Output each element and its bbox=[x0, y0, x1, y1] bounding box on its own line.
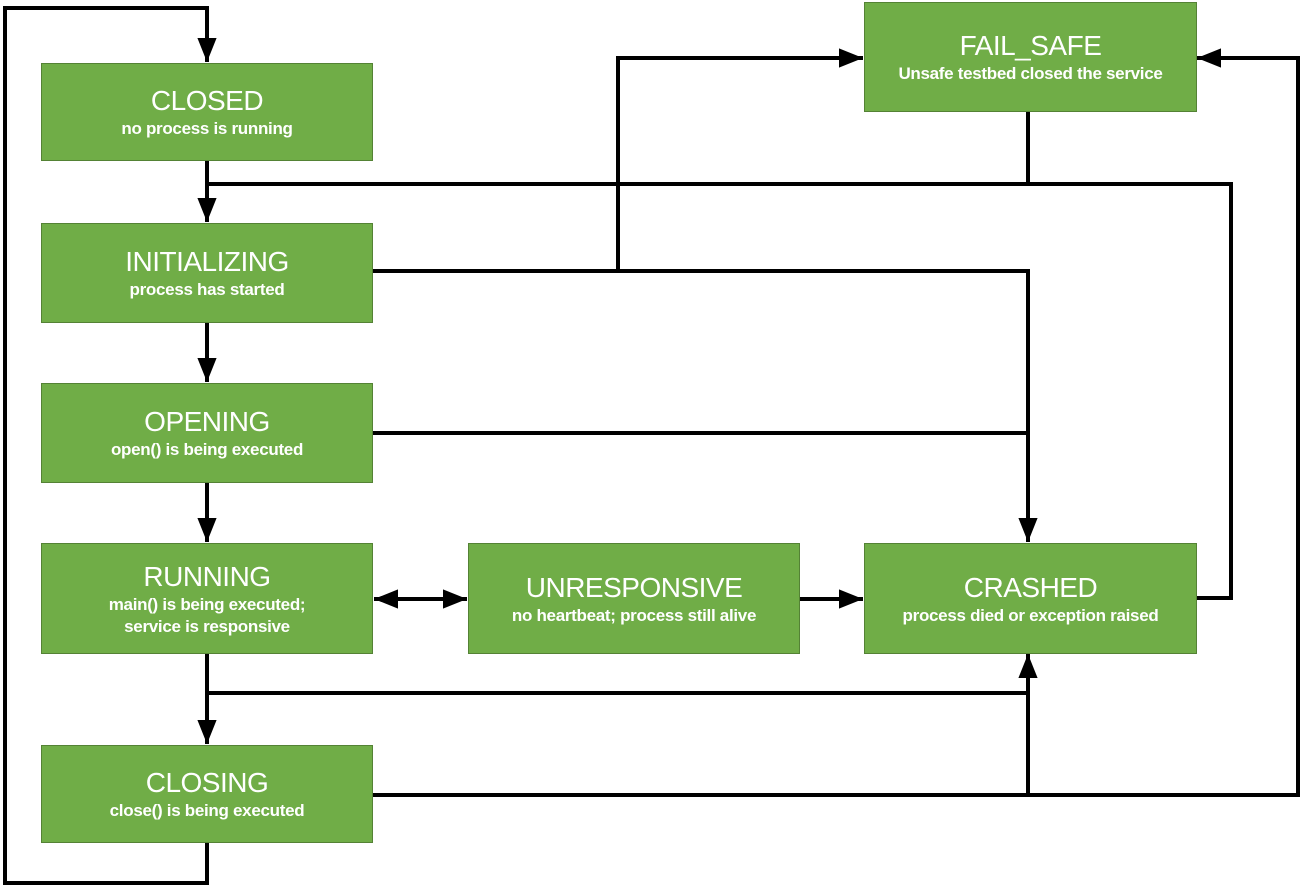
state-running: RUNNING main() is being executed; servic… bbox=[41, 543, 373, 654]
state-description: process died or exception raised bbox=[902, 605, 1159, 625]
state-fail-safe: FAIL_SAFE Unsafe testbed closed the serv… bbox=[864, 2, 1197, 112]
state-description: close() is being executed bbox=[109, 801, 305, 820]
arrow-initializing-to-crashed bbox=[372, 269, 1038, 542]
state-description: service is responsive bbox=[124, 616, 290, 636]
state-closing: CLOSING close() is being executed bbox=[41, 745, 373, 843]
state-description: open() is being executed bbox=[110, 440, 304, 459]
state-title: RUNNING bbox=[143, 560, 271, 592]
state-title: UNRESPONSIVE bbox=[525, 571, 743, 603]
state-title: CLOSED bbox=[150, 85, 264, 116]
arrow-initializing-to-failsafe bbox=[616, 48, 863, 271]
state-unresponsive: UNRESPONSIVE no heartbeat; process still… bbox=[468, 543, 800, 654]
state-description: Unsafe testbed closed the service bbox=[898, 64, 1163, 83]
state-description: process has started bbox=[129, 280, 285, 299]
state-title: CRASHED bbox=[963, 571, 1098, 603]
state-title: FAIL_SAFE bbox=[959, 30, 1102, 61]
state-crashed: CRASHED process died or exception raised bbox=[864, 543, 1197, 654]
arrow-closing-to-failsafe bbox=[372, 48, 1300, 797]
state-initializing: INITIALIZING process has started bbox=[41, 223, 373, 323]
state-opening: OPENING open() is being executed bbox=[41, 383, 373, 483]
state-title: CLOSING bbox=[145, 767, 269, 798]
state-title: INITIALIZING bbox=[125, 246, 289, 277]
state-description: main() is being executed; bbox=[108, 594, 306, 614]
state-description: no heartbeat; process still alive bbox=[511, 605, 757, 625]
state-description: no process is running bbox=[121, 119, 293, 138]
state-closed: CLOSED no process is running bbox=[41, 63, 373, 161]
state-title: OPENING bbox=[144, 406, 270, 437]
